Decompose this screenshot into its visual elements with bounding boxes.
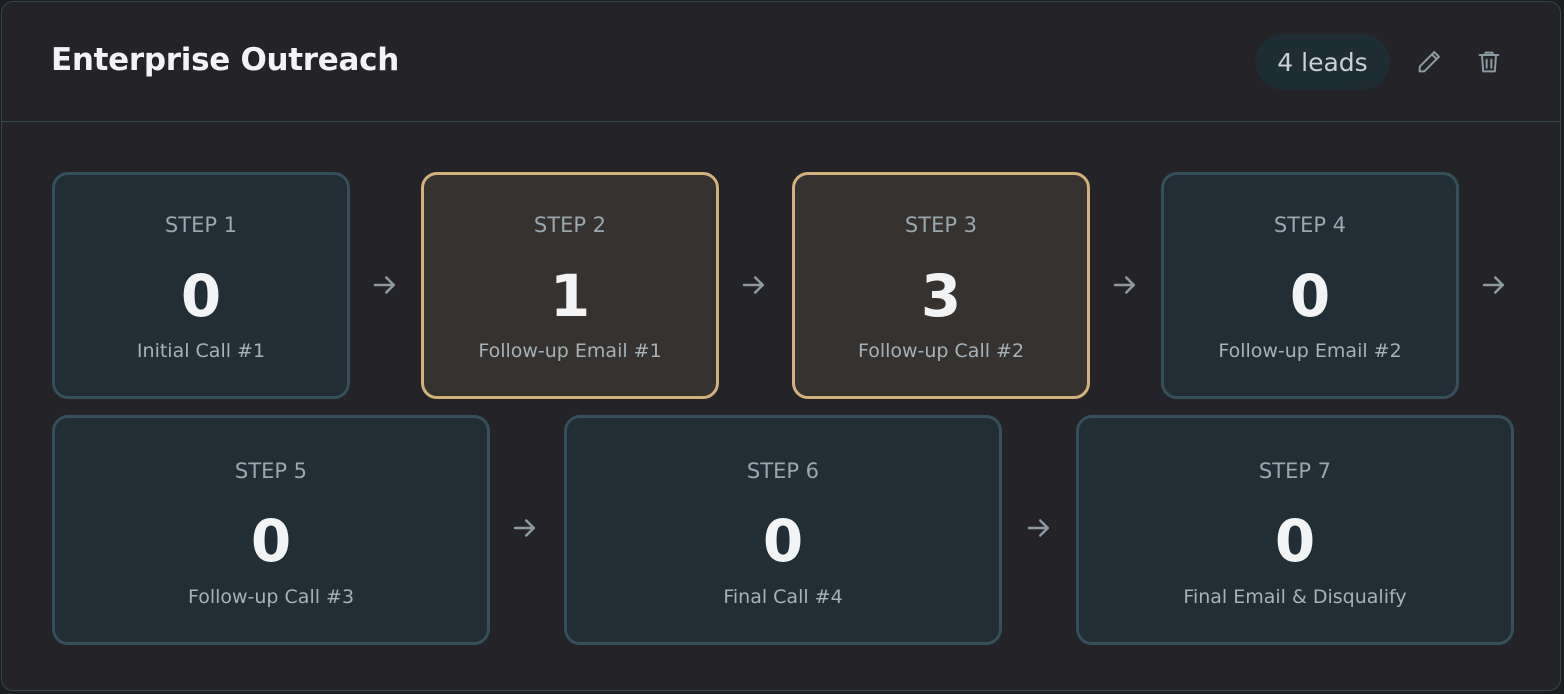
pencil-icon [1418, 51, 1440, 73]
step-label: STEP 2 [533, 213, 607, 237]
arrow-right-icon [1478, 269, 1510, 301]
step-name: Follow-up Email #2 [1218, 340, 1402, 362]
step-name: Final Call #4 [723, 586, 843, 608]
delete-button[interactable] [1473, 46, 1505, 78]
step-label: STEP 3 [904, 213, 978, 237]
edit-button[interactable] [1413, 46, 1445, 78]
arrow-right-icon [509, 512, 541, 544]
step-lead-count: 0 [1289, 262, 1331, 330]
arrow-right-icon [1023, 512, 1055, 544]
step-lead-count: 0 [1274, 507, 1316, 575]
trash-icon [1478, 51, 1500, 73]
step-card-3[interactable]: STEP 3 3 Follow-up Call #2 [792, 172, 1090, 399]
step-name: Follow-up Call #2 [857, 340, 1025, 362]
arrow-right-icon [1109, 269, 1141, 301]
step-card-6[interactable]: STEP 6 0 Final Call #4 [564, 415, 1002, 645]
sequence-card: Enterprise Outreach 4 leads STEP 1 0 Ini… [1, 1, 1561, 691]
step-label: STEP 5 [234, 459, 308, 483]
step-name: Follow-up Call #3 [187, 586, 355, 608]
step-name: Initial Call #1 [136, 340, 266, 362]
step-label: STEP 6 [746, 459, 820, 483]
leads-count-badge: 4 leads [1255, 34, 1390, 90]
step-lead-count: 3 [920, 262, 962, 330]
step-card-4[interactable]: STEP 4 0 Follow-up Email #2 [1161, 172, 1459, 399]
step-label: STEP 7 [1258, 459, 1332, 483]
step-card-2[interactable]: STEP 2 1 Follow-up Email #1 [421, 172, 719, 399]
step-lead-count: 1 [549, 262, 591, 330]
step-card-1[interactable]: STEP 1 0 Initial Call #1 [52, 172, 350, 399]
step-label: STEP 4 [1273, 213, 1347, 237]
step-card-7[interactable]: STEP 7 0 Final Email & Disqualify [1076, 415, 1514, 645]
sequence-header: Enterprise Outreach 4 leads [2, 2, 1560, 122]
step-lead-count: 0 [762, 507, 804, 575]
step-label: STEP 1 [164, 213, 238, 237]
step-lead-count: 0 [180, 262, 222, 330]
sequence-title: Enterprise Outreach [51, 42, 399, 78]
step-lead-count: 0 [250, 507, 292, 575]
step-name: Follow-up Email #1 [478, 340, 662, 362]
arrow-right-icon [738, 269, 770, 301]
step-card-5[interactable]: STEP 5 0 Follow-up Call #3 [52, 415, 490, 645]
arrow-right-icon [369, 269, 401, 301]
step-name: Final Email & Disqualify [1183, 586, 1407, 608]
